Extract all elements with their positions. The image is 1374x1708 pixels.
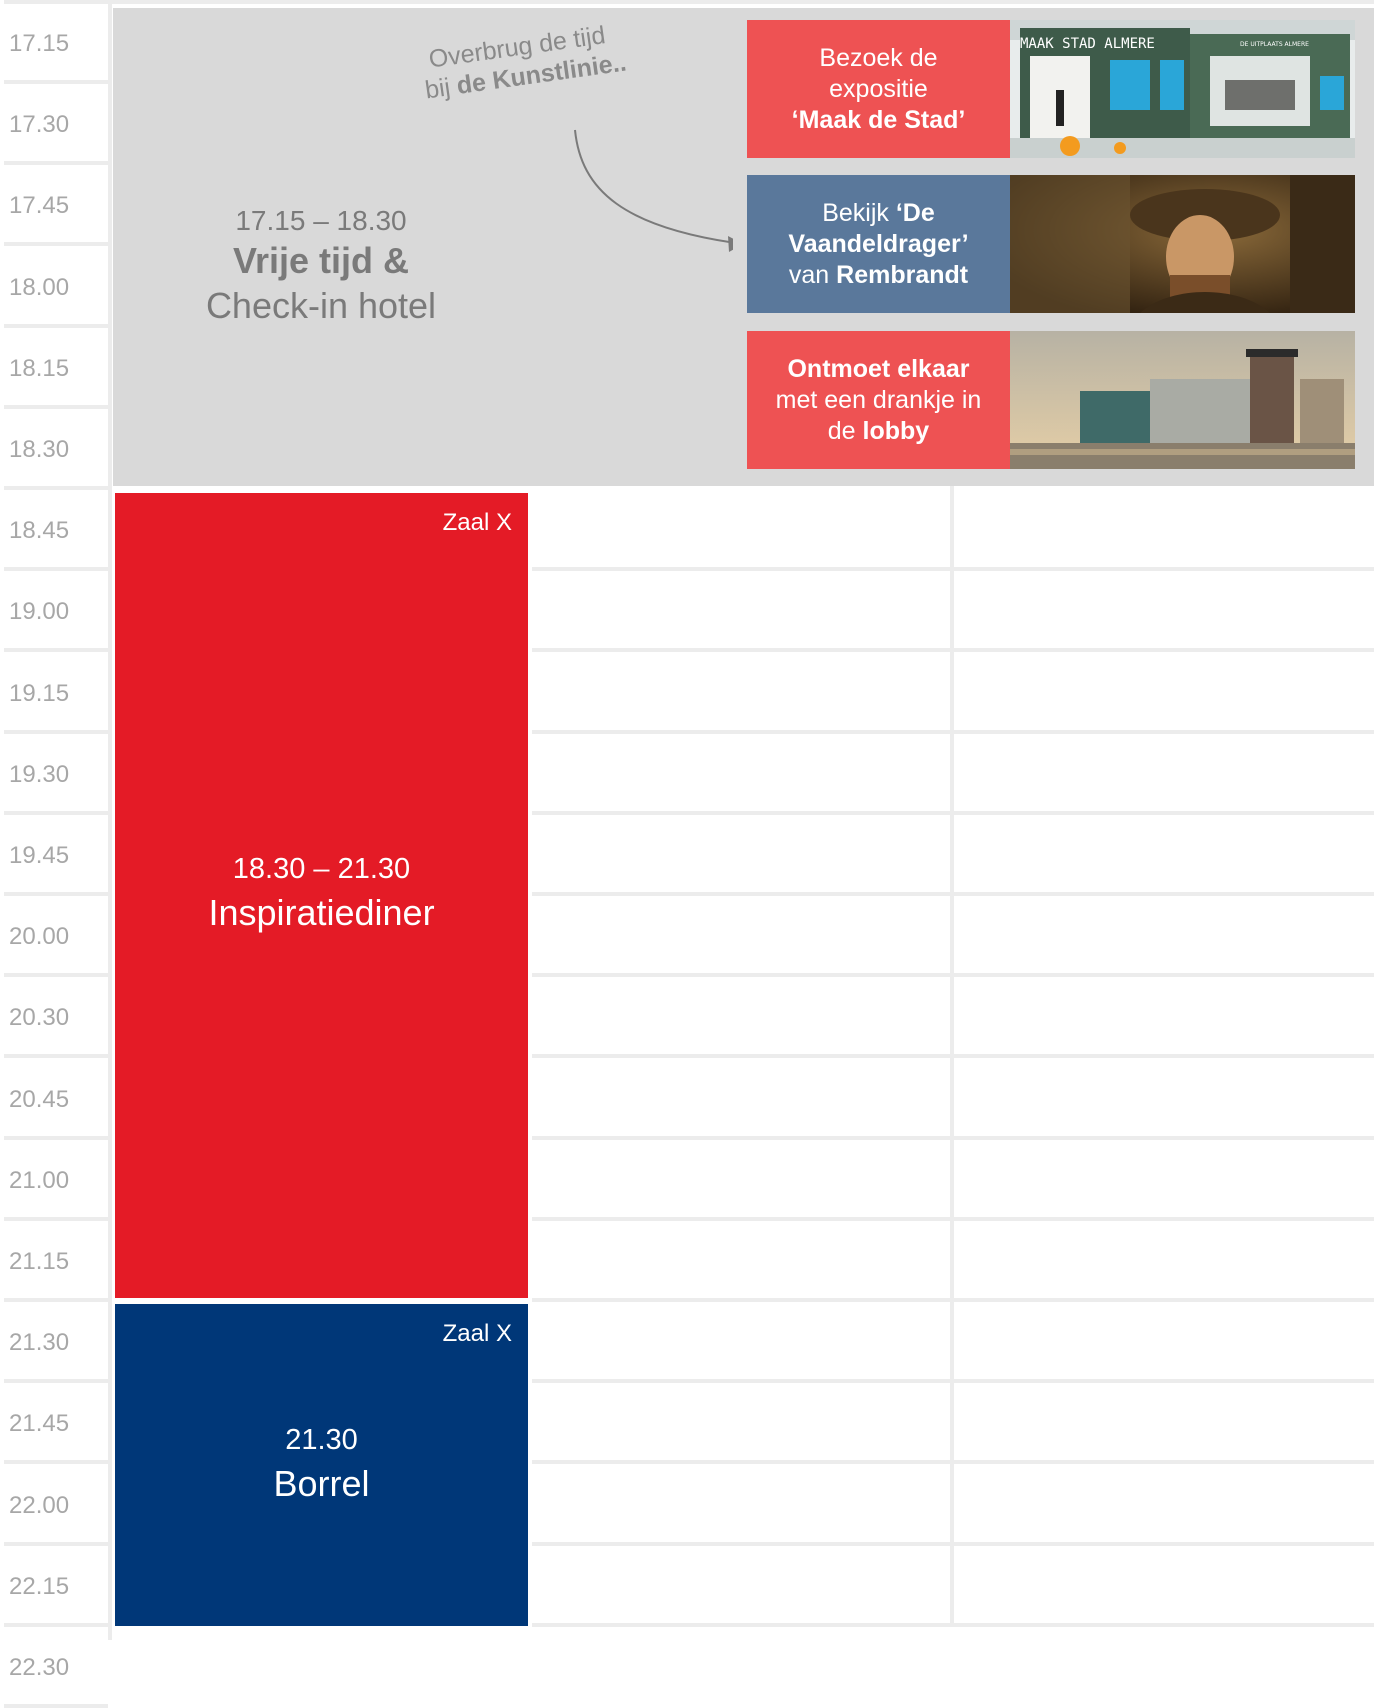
time-label: 22.30 (9, 1654, 70, 1681)
grid-row-line (4, 648, 108, 652)
grid-row-line (4, 486, 108, 490)
grid-row-line (4, 1054, 108, 1058)
dinner-room: Zaal X (442, 509, 512, 536)
dinner-block[interactable]: Zaal X 18.30 – 21.30 Inspiratiediner (115, 493, 528, 1298)
card1-line2: expositie (829, 74, 928, 103)
grid-row-line (4, 567, 108, 571)
time-label: 21.30 (9, 1329, 70, 1357)
card-maak-de-stad-text: Bezoek de expositie ‘Maak de Stad’ (747, 20, 1010, 158)
time-label: 17.15 (9, 30, 70, 57)
card-lobby[interactable]: Ontmoet elkaar met een drankje in de lob… (747, 331, 1355, 469)
card3-line3: de lobby (827, 416, 930, 445)
grid-row-line (4, 730, 108, 734)
card2-line1: Bekijk ‘De (822, 198, 935, 227)
free-time-title: Vrije tijd & (232, 240, 410, 281)
grid-row-line (4, 242, 108, 246)
kunstlinie-hint: Overbrug de tijd bij de Kunstlinie.. (419, 13, 665, 106)
grid-row-line (4, 1623, 108, 1627)
drinks-room: Zaal X (442, 1320, 512, 1347)
time-label: 19.30 (9, 760, 70, 788)
free-time-range: 17.15 – 18.30 (235, 205, 407, 236)
time-label: 21.45 (9, 1410, 70, 1438)
grid-row-line (4, 0, 1374, 4)
time-label: 18.30 (9, 436, 70, 463)
time-label: 20.00 (9, 923, 70, 951)
drinks-time: 21.30 (285, 1424, 358, 1456)
drinks-title: Borrel (273, 1463, 370, 1504)
exhibition-photo-subsign: DE UITPLAATS ALMERE (1240, 41, 1309, 48)
building-photo (1010, 331, 1355, 469)
card3-line2: met een drankje in (775, 385, 982, 414)
time-label: 22.00 (9, 1491, 70, 1519)
drinks-block[interactable]: Zaal X 21.30 Borrel (115, 1304, 528, 1626)
dinner-time: 18.30 – 21.30 (232, 853, 411, 885)
time-label: 19.15 (9, 679, 70, 707)
grid-row-line (4, 1136, 108, 1140)
grid-row-line (4, 973, 108, 977)
time-label: 17.45 (9, 192, 70, 220)
time-label: 20.30 (9, 1004, 70, 1032)
card-maak-de-stad[interactable]: Bezoek de expositie ‘Maak de Stad’ MAAK … (747, 20, 1355, 158)
grid-row-line (4, 324, 108, 328)
grid-col-line (108, 0, 112, 1640)
time-label: 20.45 (9, 1085, 70, 1113)
grid-row-line (4, 811, 108, 815)
card2-line3: van Rembrandt (788, 260, 969, 289)
grid-row-line (4, 1379, 108, 1383)
free-time-subtitle: Check-in hotel (205, 285, 437, 326)
time-label: 21.00 (9, 1166, 70, 1194)
card-vaandeldrager[interactable]: Bekijk ‘De Vaandeldrager’ van Rembrandt (747, 175, 1355, 313)
exhibition-photo-sign: MAAK STAD ALMERE (1020, 36, 1155, 52)
card2-line2: Vaandeldrager’ (788, 229, 969, 258)
card-lobby-text: Ontmoet elkaar met een drankje in de lob… (747, 331, 1010, 469)
card1-line1: Bezoek de (819, 43, 938, 72)
card3-line1: Ontmoet elkaar (787, 354, 970, 383)
grid-row-line (4, 1542, 108, 1546)
card-vaandeldrager-text: Bekijk ‘De Vaandeldrager’ van Rembrandt (747, 175, 1010, 313)
time-label: 18.45 (9, 517, 70, 545)
grid-row-line (4, 405, 108, 409)
grid-row-line (4, 1704, 108, 1708)
time-label: 17.30 (9, 111, 70, 139)
dinner-title: Inspiratiediner (208, 892, 435, 933)
grid-row-line (4, 1298, 108, 1302)
grid-row-line (4, 1217, 108, 1221)
time-label: 18.00 (9, 273, 70, 301)
card1-line3: ‘Maak de Stad’ (791, 105, 966, 134)
grid-col-line (950, 486, 954, 1626)
arrow-icon (574, 129, 733, 252)
grid-row-line (4, 892, 108, 896)
grid-row-line (4, 1460, 108, 1464)
exhibition-photo: MAAK STAD ALMERE DE UITPLAATS ALMERE (1010, 20, 1355, 158)
time-label: 19.45 (9, 842, 70, 869)
rembrandt-painting (1010, 175, 1355, 313)
time-label: 22.15 (9, 1572, 70, 1600)
time-label: 19.00 (9, 598, 70, 626)
time-label: 21.15 (9, 1248, 70, 1275)
time-label: 18.15 (9, 354, 70, 382)
grid-row-line (4, 161, 108, 165)
grid-row-line (4, 80, 108, 84)
